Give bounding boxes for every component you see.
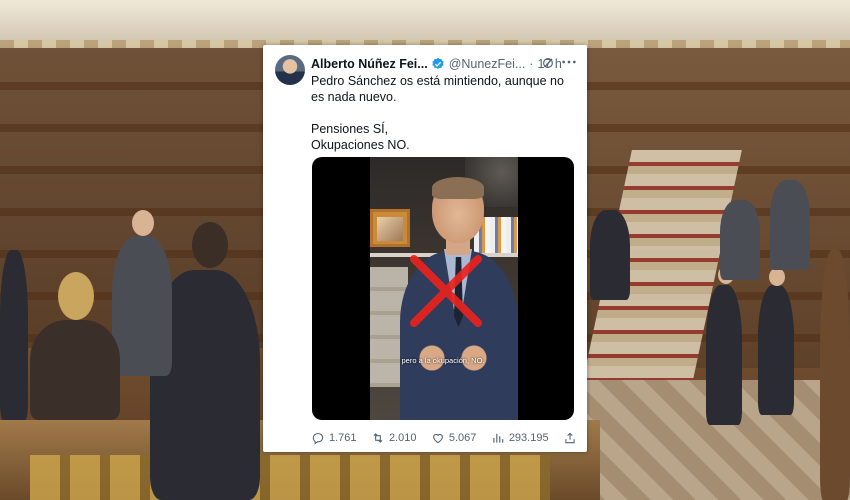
tweet-text-line: Okupaciones NO. [311,138,410,152]
share-button[interactable] [563,431,577,445]
author-handle[interactable]: @NunezFei... [449,56,526,72]
video-frame [370,157,518,420]
deputy-figure [30,320,120,420]
tweet-text-line: Pensiones SÍ, [311,122,389,136]
video-speaker-hair [432,177,484,199]
deputy-figure [590,210,630,300]
views-button[interactable]: 293.195 [491,431,549,445]
deputy-head [132,210,154,236]
views-count: 293.195 [508,432,549,444]
deputy-figure [112,236,172,376]
photographer-figure [770,180,810,270]
more-options-icon[interactable] [561,55,577,69]
video-photo-frame [370,209,410,247]
retweet-button[interactable]: 2.010 [371,431,417,445]
like-count: 5.067 [448,432,477,444]
tweet-video[interactable]: pero a la okupación, NO. [312,157,574,420]
floor [560,380,850,500]
verified-badge-icon [432,57,444,69]
guard-figure [706,285,742,425]
like-icon [432,433,443,444]
author-avatar[interactable] [275,55,305,85]
separator-dot: · [529,57,534,71]
retweet-icon [373,433,383,443]
tweet-header: Alberto Núñez Fei... @NunezFei... · 17 h [311,56,562,72]
gold-rail [30,455,550,500]
video-caption: pero a la okupación, NO. [401,356,485,365]
deputy-head [192,222,228,268]
share-icon [565,432,575,444]
column-figure [820,250,850,500]
guard-figure [758,285,794,415]
reply-count: 1.761 [329,432,357,444]
grok-icon[interactable] [541,56,555,70]
tweet-text-line: Pedro Sánchez os está mintiendo, aunque … [311,74,564,104]
like-button[interactable]: 5.067 [431,431,477,445]
photographer-figure [720,200,760,280]
retweet-count: 2.010 [388,432,417,444]
deputy-figure [0,250,28,420]
tweet-text: Pedro Sánchez os está mintiendo, aunque … [311,73,579,153]
views-icon [493,433,504,443]
tweet-actions: 1.761 2.010 5.067 293.195 [311,430,577,446]
author-name[interactable]: Alberto Núñez Fei... [311,56,428,72]
deputy-head [58,272,94,320]
red-cross-icon [410,255,482,327]
reply-button[interactable]: 1.761 [311,431,357,445]
guard-head [769,268,785,286]
reply-icon [312,433,324,445]
